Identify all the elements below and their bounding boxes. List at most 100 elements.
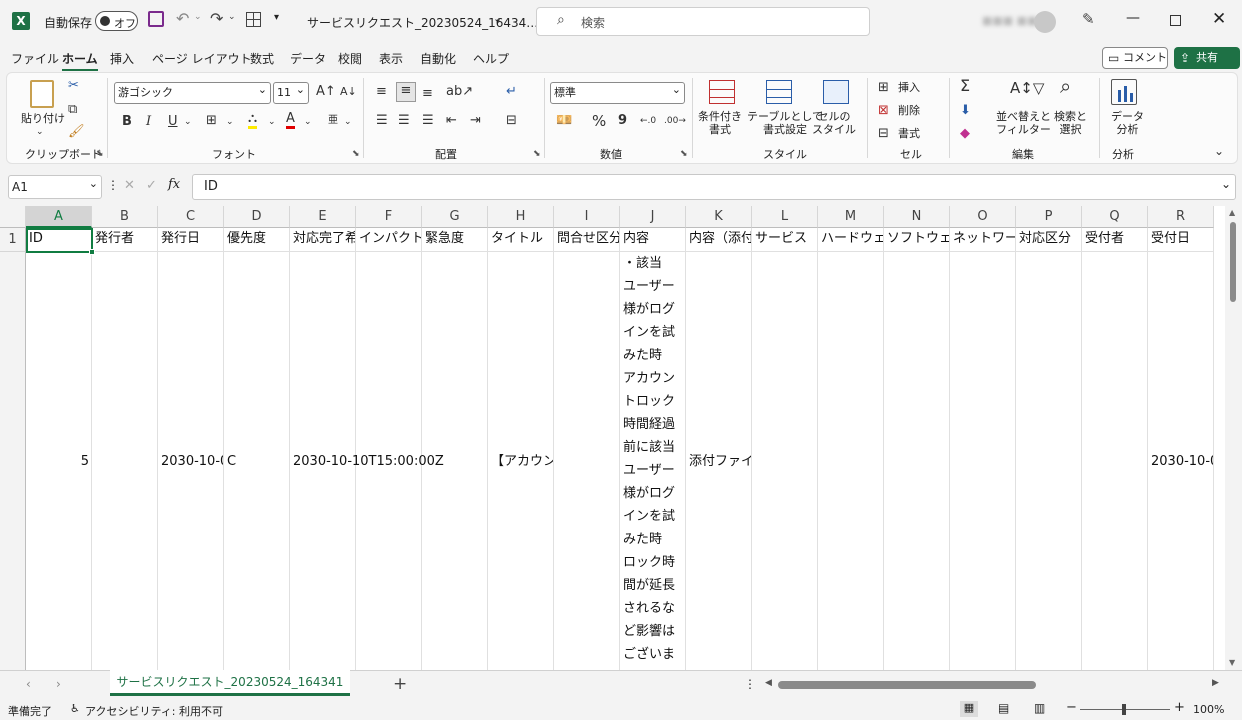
header-cell-i[interactable]: 問合せ区分	[554, 228, 620, 252]
cell-styles-icon[interactable]	[823, 80, 849, 104]
font-color-icon[interactable]: A	[286, 112, 295, 129]
menu-help[interactable]: ヘルプ	[473, 50, 509, 67]
scroll-up-icon[interactable]: ▲	[1229, 208, 1235, 217]
close-icon[interactable]: ✕	[1212, 9, 1226, 29]
normal-view-icon[interactable]: ▦	[960, 701, 978, 717]
chevron-down-icon[interactable]: ⌄	[1221, 177, 1231, 191]
fill-icon[interactable]: ⬇	[960, 103, 971, 119]
avatar[interactable]	[1034, 11, 1056, 33]
zoom-level[interactable]: 100%	[1193, 703, 1224, 716]
underline-button[interactable]: U	[168, 114, 178, 130]
data-cell-i[interactable]	[554, 252, 620, 670]
delete-cells-label[interactable]: 削除	[898, 104, 920, 117]
next-sheet-icon[interactable]: ›	[56, 677, 61, 691]
autosave-toggle[interactable]: オフ	[95, 11, 138, 31]
analyze-data-label[interactable]: データ 分析	[1111, 110, 1144, 136]
menu-formulas[interactable]: 数式	[250, 50, 274, 67]
autosum-icon[interactable]: Σ	[960, 78, 970, 94]
phonetic-icon[interactable]: 亜	[328, 113, 338, 129]
find-select-label[interactable]: 検索と 選択	[1054, 110, 1087, 136]
cut-icon[interactable]: ✂	[68, 78, 79, 94]
formula-input[interactable]: ID ⌄	[192, 174, 1236, 200]
borders-icon[interactable]: ⊞	[206, 113, 217, 129]
align-right-icon[interactable]: ☰	[422, 113, 434, 129]
decrease-decimal-icon[interactable]: .00→	[664, 113, 686, 129]
prev-sheet-icon[interactable]: ‹	[26, 677, 31, 691]
header-cell-c[interactable]: 発行日	[158, 228, 224, 252]
horizontal-scroll-thumb[interactable]	[778, 681, 1036, 689]
align-center-icon[interactable]: ☰	[398, 113, 410, 129]
scroll-down-icon[interactable]: ▼	[1229, 658, 1235, 667]
customize-qat-icon[interactable]: ▾	[274, 12, 279, 23]
data-cell-a[interactable]: 5	[26, 252, 92, 670]
increase-font-icon[interactable]: A↑	[316, 84, 336, 100]
accessibility-icon[interactable]: ♿	[70, 702, 80, 715]
data-cell-h[interactable]: 【アカウント】アカ	[488, 252, 554, 670]
fill-handle[interactable]	[89, 249, 95, 255]
menu-view[interactable]: 表示	[379, 50, 403, 67]
column-header-f[interactable]: F	[356, 206, 422, 228]
column-header-e[interactable]: E	[290, 206, 356, 228]
find-select-icon[interactable]: ⌕	[1060, 76, 1071, 96]
scroll-right-icon[interactable]: ▶	[1212, 678, 1219, 688]
chevron-down-icon[interactable]: ⌄	[268, 114, 276, 130]
search-box[interactable]: ⌕ 検索	[536, 7, 870, 36]
share-button[interactable]: ⇪ 共有	[1174, 47, 1240, 69]
vertical-scrollbar[interactable]: ▲ ▼	[1225, 206, 1242, 670]
data-cell-e[interactable]: 2030-10-10T15:00:00Z	[290, 252, 444, 670]
data-cell-o[interactable]	[950, 252, 1016, 670]
column-header-m[interactable]: M	[818, 206, 884, 228]
decrease-font-icon[interactable]: A↓	[340, 84, 357, 100]
maximize-icon[interactable]	[1170, 15, 1181, 26]
header-cell-r[interactable]: 受付日	[1148, 228, 1214, 252]
header-cell-q[interactable]: 受付者	[1082, 228, 1148, 252]
data-cell-c[interactable]: 2030-10-0	[158, 252, 224, 670]
data-cell-l[interactable]	[752, 252, 818, 670]
wrap-text-icon[interactable]: ↵	[506, 84, 517, 100]
data-cell-p[interactable]	[1016, 252, 1082, 670]
sort-filter-label[interactable]: 並べ替えと フィルター	[996, 110, 1051, 136]
dialog-launcher-icon[interactable]: ⬊	[533, 149, 541, 159]
menu-file[interactable]: ファイル	[11, 50, 59, 67]
currency-icon[interactable]: 💴	[556, 113, 572, 129]
column-header-c[interactable]: C	[158, 206, 224, 228]
clear-icon[interactable]: ◆	[960, 126, 970, 142]
format-as-table-icon[interactable]	[766, 80, 792, 104]
chevron-down-icon[interactable]: ⌄	[344, 114, 352, 130]
dialog-launcher-icon[interactable]: ⬊	[680, 149, 688, 159]
header-cell-m[interactable]: ハードウェ	[818, 228, 884, 252]
chevron-down-icon[interactable]: ⌄	[493, 12, 502, 25]
increase-indent-icon[interactable]: ⇥	[470, 113, 481, 129]
column-header-b[interactable]: B	[92, 206, 158, 228]
conditional-format-icon[interactable]	[709, 80, 735, 104]
menu-home[interactable]: ホーム	[62, 50, 98, 71]
decrease-indent-icon[interactable]: ⇤	[446, 113, 457, 129]
save-icon[interactable]	[148, 11, 164, 27]
chevron-down-icon[interactable]: ⌄	[194, 12, 202, 22]
format-cells-label[interactable]: 書式	[898, 127, 920, 140]
undo-icon[interactable]: ↶	[176, 9, 189, 28]
align-left-icon[interactable]: ☰	[376, 113, 388, 129]
zoom-in-icon[interactable]: +	[1174, 700, 1185, 715]
chevron-down-icon[interactable]: ⌄	[304, 114, 312, 130]
column-header-j[interactable]: J	[620, 206, 686, 228]
dialog-launcher-icon[interactable]: ⬊	[96, 149, 104, 159]
menu-automate[interactable]: 自動化	[420, 50, 456, 67]
insert-cells-label[interactable]: 挿入	[898, 81, 920, 94]
data-cell-k[interactable]: 添付ファイルなし	[686, 252, 752, 670]
sort-filter-icon[interactable]: A↕▽	[1010, 80, 1044, 96]
scroll-thumb[interactable]	[1230, 222, 1236, 302]
chevron-down-icon[interactable]: ⌄	[36, 124, 44, 140]
column-header-i[interactable]: I	[554, 206, 620, 228]
comment-button[interactable]: ▭ コメント	[1102, 47, 1168, 69]
file-name[interactable]: サービスリクエスト_20230524_16434…	[307, 14, 538, 31]
conditional-format-label[interactable]: 条件付き 書式	[698, 110, 742, 136]
data-cell-b[interactable]	[92, 252, 158, 670]
header-cell-n[interactable]: ソフトウェ	[884, 228, 950, 252]
spreadsheet-grid[interactable]: ABCDEFGHIJKLMNOPQR 1 ID 5 発行者 発行日 2030-10-0 優…	[0, 206, 1225, 670]
column-header-n[interactable]: N	[884, 206, 950, 228]
data-cell-n[interactable]	[884, 252, 950, 670]
row-header[interactable]	[0, 252, 26, 670]
format-cells-icon[interactable]: ⊟	[878, 126, 889, 142]
dialog-launcher-icon[interactable]: ⬊	[352, 149, 360, 159]
